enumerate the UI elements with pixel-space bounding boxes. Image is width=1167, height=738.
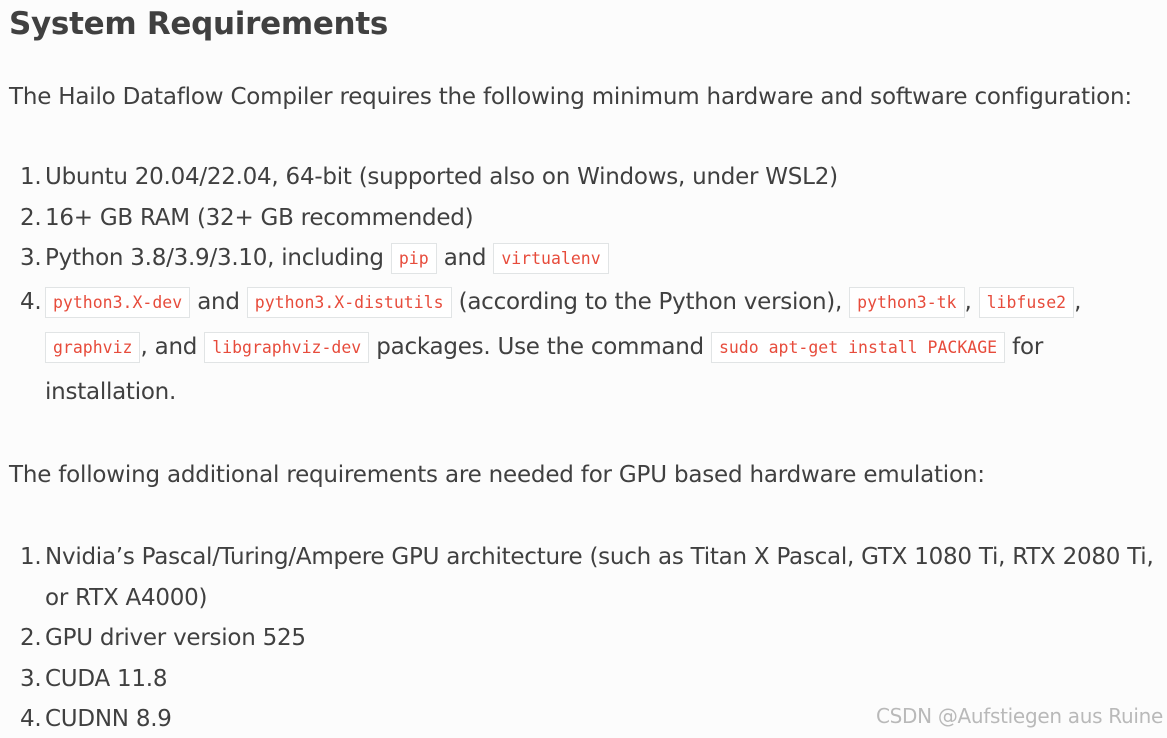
list-item: 4. python3.X-dev and python3.X-distutils … [0, 280, 1160, 415]
document-page: System Requirements The Hailo Dataflow C… [0, 0, 1167, 738]
code-libgraphviz-dev: libgraphviz-dev [204, 331, 370, 363]
list-number: 4. [20, 288, 42, 315]
list-number: 1. [20, 164, 42, 190]
list-item-text: Ubuntu 20.04/22.04, 64-bit (supported al… [45, 164, 838, 190]
code-python-distutils: python3.X-distutils [246, 286, 452, 318]
list-number: 2. [20, 204, 42, 231]
gpu-intro-paragraph: The following additional requirements ar… [9, 462, 985, 488]
code-apt-get-command: sudo apt-get install PACKAGE [710, 331, 1006, 363]
list-item: 3. CUDA 11.8 [0, 659, 1160, 700]
list-item-text: Python 3.8/3.9/3.10, including [45, 245, 391, 271]
page-title: System Requirements [9, 6, 388, 42]
list-item-text: and [436, 245, 494, 271]
list-item: 3. Python 3.8/3.9/3.10, including pip and… [0, 238, 1160, 280]
list-item-text: CUDA 11.8 [45, 665, 168, 692]
list-item-text: , [1074, 288, 1082, 315]
list-number: 3. [20, 665, 42, 692]
list-item-text: and [190, 288, 247, 315]
list-number: 3. [20, 245, 42, 271]
list-item: 1. Ubuntu 20.04/22.04, 64-bit (supported… [0, 157, 1160, 198]
code-graphviz: graphviz [45, 331, 141, 363]
intro-paragraph: The Hailo Dataflow Compiler requires the… [9, 84, 1132, 110]
list-item-text: , [964, 288, 979, 315]
list-item: 1. Nvidia’s Pascal/Turing/Ampere GPU arc… [0, 537, 1160, 618]
watermark: CSDN @Aufstiegen aus Ruine [875, 704, 1163, 728]
code-pip: pip [390, 243, 437, 274]
list-number: 2. [20, 625, 42, 651]
code-libfuse2: libfuse2 [978, 286, 1075, 318]
list-item-text: packages. Use the command [369, 333, 711, 360]
software-requirements-list: 1. Ubuntu 20.04/22.04, 64-bit (supported… [0, 157, 1160, 415]
list-item-text: , and [140, 333, 205, 360]
list-number: 4. [20, 706, 42, 732]
list-number: 1. [20, 544, 42, 570]
list-item-text: GPU driver version 525 [45, 625, 306, 651]
list-item-text: (according to the Python version), [451, 288, 850, 315]
list-item-text: Nvidia’s Pascal/Turing/Ampere GPU archit… [45, 544, 1154, 611]
list-item-text: CUDNN 8.9 [45, 706, 172, 732]
list-item: 2. GPU driver version 525 [0, 618, 1160, 659]
list-item: 2. 16+ GB RAM (32+ GB recommended) [0, 198, 1160, 239]
code-virtualenv: virtualenv [493, 243, 609, 274]
code-python-dev: python3.X-dev [45, 286, 191, 318]
list-item-text: 16+ GB RAM (32+ GB recommended) [45, 204, 474, 231]
code-python-tk: python3-tk [849, 286, 965, 318]
